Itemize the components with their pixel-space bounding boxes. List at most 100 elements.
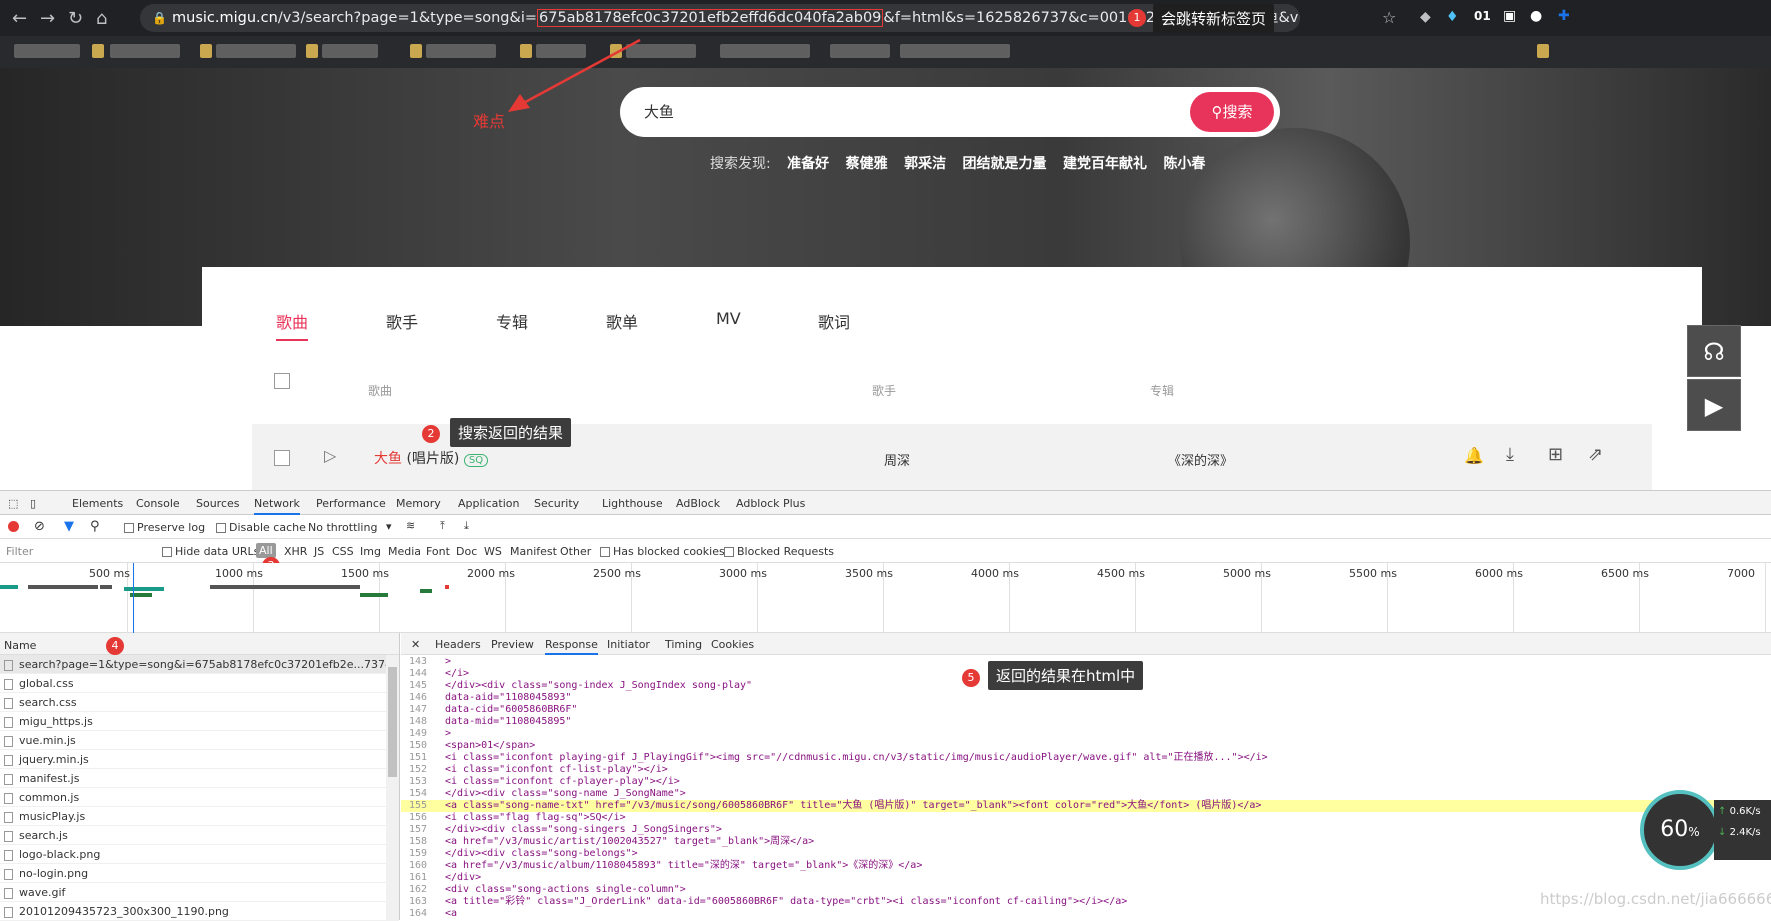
tab-lyrics[interactable]: 歌词 <box>818 309 850 333</box>
back-icon[interactable]: ← <box>12 8 27 29</box>
devtools-tab[interactable]: Elements <box>72 497 123 510</box>
song-singer[interactable]: 周深 <box>884 450 910 469</box>
tab-singers[interactable]: 歌手 <box>386 309 418 333</box>
play-icon[interactable]: ▷ <box>324 446 336 465</box>
wifi-icon[interactable]: ≋ <box>406 519 415 532</box>
discover-keyword[interactable]: 建党百年献礼 <box>1063 156 1147 172</box>
request-row[interactable]: 20101209435723_300x300_1190.png <box>0 902 399 921</box>
type-filter[interactable]: Font <box>426 545 450 558</box>
filter-icon[interactable]: ▼ <box>64 519 74 534</box>
type-filter[interactable]: JS <box>314 545 324 558</box>
request-row[interactable]: common.js <box>0 788 399 807</box>
devtools-tab[interactable]: Adblock Plus <box>736 497 805 510</box>
player-play-icon[interactable]: ▶ <box>1687 379 1741 431</box>
forward-icon[interactable]: → <box>40 8 55 29</box>
address-bar[interactable]: 🔒 music.migu.cn/v3/search?page=1&type=son… <box>140 4 1300 32</box>
request-row[interactable]: musicPlay.js <box>0 807 399 826</box>
filter-input[interactable]: Filter <box>6 545 146 558</box>
devtools-tab[interactable]: AdBlock <box>676 497 720 510</box>
type-filter[interactable]: Media <box>388 545 421 558</box>
name-column-header[interactable]: Name <box>0 633 399 655</box>
devtools-tab-network[interactable]: Network <box>254 497 300 515</box>
reload-icon[interactable]: ↻ <box>68 8 83 29</box>
diamond-icon[interactable]: ♦ <box>1446 9 1459 25</box>
devtools-tab[interactable]: Console <box>136 497 180 510</box>
upload-icon[interactable]: ⤒ <box>440 519 445 533</box>
request-row[interactable]: manifest.js <box>0 769 399 788</box>
type-filter[interactable]: Doc <box>456 545 477 558</box>
resp-tab-response[interactable]: Response <box>545 638 598 655</box>
star-icon[interactable]: ☆ <box>1382 8 1396 27</box>
tab-mv[interactable]: MV <box>716 309 741 328</box>
request-row[interactable]: wave.gif <box>0 883 399 902</box>
discover-keyword[interactable]: 郭采洁 <box>904 156 946 172</box>
preserve-log-checkbox[interactable] <box>124 523 134 533</box>
row-checkbox[interactable] <box>274 450 290 466</box>
headset-icon[interactable]: ☊ <box>1687 325 1741 377</box>
share-icon[interactable]: ⇗ <box>1588 444 1603 465</box>
request-row[interactable]: logo-black.png <box>0 845 399 864</box>
has-blocked-cookies-checkbox[interactable] <box>600 547 610 557</box>
add-icon[interactable]: ⊞ <box>1548 444 1563 465</box>
song-name[interactable]: 大鱼 <box>374 451 402 467</box>
inspect-icon[interactable]: ⬚ <box>8 497 18 510</box>
download-icon[interactable]: ⤓ <box>1506 444 1514 465</box>
type-filter[interactable]: CSS <box>332 545 354 558</box>
tab-playlists[interactable]: 歌单 <box>606 309 638 333</box>
ext-icon-3[interactable]: ✚ <box>1558 8 1570 24</box>
download-icon[interactable]: ⤓ <box>464 519 469 533</box>
discover-keyword[interactable]: 准备好 <box>787 156 829 172</box>
hide-data-urls-checkbox[interactable] <box>162 547 172 557</box>
type-filter[interactable]: Other <box>560 545 591 558</box>
type-filter[interactable]: XHR <box>284 545 307 558</box>
type-filter[interactable]: Img <box>360 545 381 558</box>
search-input[interactable]: 大鱼 ⚲搜索 <box>620 87 1280 137</box>
resp-tab[interactable]: Timing <box>665 638 702 651</box>
type-all[interactable]: All <box>256 543 276 558</box>
close-icon[interactable]: ✕ <box>411 638 420 651</box>
device-icon[interactable]: ▯ <box>30 497 36 510</box>
request-row[interactable]: jquery.min.js <box>0 750 399 769</box>
resp-tab[interactable]: Cookies <box>711 638 754 651</box>
tab-songs[interactable]: 歌曲 <box>276 309 309 341</box>
ext-icon-2[interactable]: ● <box>1530 8 1542 24</box>
discover-keyword[interactable]: 蔡健雅 <box>846 156 888 172</box>
type-filter[interactable]: Manifest <box>510 545 557 558</box>
devtools-tab[interactable]: Sources <box>196 497 240 510</box>
devtools-tab[interactable]: Application <box>458 497 519 510</box>
devtools-tab[interactable]: Security <box>534 497 579 510</box>
disable-cache-checkbox[interactable] <box>216 523 226 533</box>
request-row[interactable]: search?page=1&type=song&i=675ab8178efc0c… <box>0 655 399 674</box>
request-row[interactable]: vue.min.js <box>0 731 399 750</box>
resp-tab[interactable]: Headers <box>435 638 481 651</box>
request-row[interactable]: global.css <box>0 674 399 693</box>
chevron-down-icon[interactable]: ▾ <box>386 520 392 533</box>
discover-keyword[interactable]: 陈小春 <box>1163 156 1205 172</box>
clear-icon[interactable]: ⊘ <box>34 519 45 534</box>
devtools-tab[interactable]: Performance <box>316 497 386 510</box>
resp-tab[interactable]: Initiator <box>607 638 650 651</box>
type-filter[interactable]: WS <box>484 545 502 558</box>
resp-tab[interactable]: Preview <box>491 638 534 651</box>
scrollbar[interactable] <box>386 655 399 920</box>
blocked-requests-checkbox[interactable] <box>724 547 734 557</box>
search-icon[interactable]: ⚲ <box>90 519 100 534</box>
song-album[interactable]: 《深的深》 <box>1168 450 1233 469</box>
select-all-checkbox[interactable] <box>274 373 290 389</box>
discover-keyword[interactable]: 团结就是力量 <box>963 156 1047 172</box>
devtools-tab[interactable]: Lighthouse <box>602 497 663 510</box>
search-button[interactable]: ⚲搜索 <box>1190 92 1274 132</box>
home-icon[interactable]: ⌂ <box>96 8 107 29</box>
request-row[interactable]: migu_https.js <box>0 712 399 731</box>
record-icon[interactable] <box>8 521 19 532</box>
request-row[interactable]: search.css <box>0 693 399 712</box>
request-row[interactable]: search.js <box>0 826 399 845</box>
tab-albums[interactable]: 专辑 <box>496 309 528 333</box>
extension-icon[interactable]: ◆ <box>1420 9 1431 25</box>
ext-badge[interactable]: 01 <box>1474 9 1491 23</box>
request-row[interactable]: no-login.png <box>0 864 399 883</box>
mask-icon[interactable]: ▣ <box>1503 8 1516 24</box>
throttling-select[interactable]: No throttling <box>308 521 377 534</box>
bell-icon[interactable]: 🔔 <box>1464 446 1484 465</box>
devtools-tab[interactable]: Memory <box>396 497 441 510</box>
